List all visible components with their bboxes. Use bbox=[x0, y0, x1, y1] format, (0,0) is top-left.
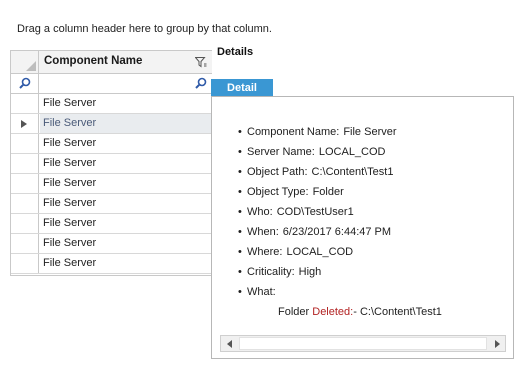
chevron-left-icon bbox=[226, 339, 232, 348]
component-name-cell[interactable]: File Server bbox=[40, 154, 212, 173]
table-row[interactable]: File Server bbox=[11, 214, 212, 234]
grid-rows: File Server File Server File Server File… bbox=[11, 94, 212, 274]
table-row[interactable]: File Server bbox=[11, 134, 212, 154]
field-value: Folder bbox=[312, 186, 344, 198]
scrollbar-thumb[interactable] bbox=[239, 337, 487, 350]
table-row[interactable]: File Server bbox=[11, 94, 212, 114]
detail-field-list: • Component Name: File Server • Server Name… bbox=[238, 124, 508, 304]
component-grid: Component Name File Server File Server F… bbox=[10, 50, 212, 276]
field-value: High bbox=[298, 266, 322, 278]
chevron-right-icon bbox=[494, 339, 500, 348]
bullet: • bbox=[238, 126, 242, 138]
what-object-type: Folder bbox=[278, 306, 310, 318]
row-indicator-cell bbox=[11, 194, 39, 213]
scroll-right-button[interactable] bbox=[489, 336, 505, 351]
field-value: LOCAL_COD bbox=[286, 246, 354, 258]
detail-field-object-path: • Object Path: C:\Content\Test1 bbox=[238, 164, 508, 184]
field-label: Where: bbox=[247, 246, 283, 258]
table-row[interactable]: File Server bbox=[11, 174, 212, 194]
tab-detail[interactable]: Detail bbox=[211, 79, 273, 97]
field-label: Object Type: bbox=[247, 186, 309, 198]
bullet: • bbox=[238, 206, 242, 218]
row-indicator-cell bbox=[11, 234, 39, 253]
filter-row-lead bbox=[11, 74, 39, 93]
field-label: When: bbox=[247, 226, 279, 238]
detail-field-component-name: • Component Name: File Server bbox=[238, 124, 508, 144]
bullet: • bbox=[238, 186, 242, 198]
component-name-cell[interactable]: File Server bbox=[40, 234, 212, 253]
component-name-cell[interactable]: File Server bbox=[40, 94, 212, 113]
field-label: Criticality: bbox=[247, 266, 295, 278]
row-indicator-cell bbox=[11, 114, 39, 133]
detail-field-object-type: • Object Type: Folder bbox=[238, 184, 508, 204]
scroll-left-button[interactable] bbox=[221, 336, 237, 351]
detail-panel: • Component Name: File Server • Server Name… bbox=[211, 96, 514, 359]
row-indicator-cell bbox=[11, 174, 39, 193]
column-header-component-name[interactable]: Component Name bbox=[44, 55, 142, 67]
table-row[interactable]: File Server bbox=[11, 194, 212, 214]
grid-header-row: Component Name bbox=[11, 50, 212, 74]
field-label: Object Path: bbox=[247, 166, 308, 178]
what-description: Folder Deleted:- C:\Content\Test1 bbox=[278, 306, 442, 318]
bullet: • bbox=[238, 146, 242, 158]
filter-row bbox=[11, 74, 212, 94]
detail-field-where: • Where: LOCAL_COD bbox=[238, 244, 508, 264]
component-name-cell[interactable]: File Server bbox=[40, 194, 212, 213]
row-indicator-cell bbox=[11, 254, 39, 273]
row-indicator-cell bbox=[11, 214, 39, 233]
field-label: Server Name: bbox=[247, 146, 315, 158]
corner-triangle-icon bbox=[26, 61, 36, 71]
field-label: Component Name: bbox=[247, 126, 340, 138]
detail-field-when: • When: 6/23/2017 6:44:47 PM bbox=[238, 224, 508, 244]
field-label: Who: bbox=[247, 206, 273, 218]
bullet: • bbox=[238, 246, 242, 258]
what-action: Deleted: bbox=[312, 306, 354, 318]
group-by-hint[interactable]: Drag a column header here to group by th… bbox=[17, 23, 272, 35]
component-name-cell[interactable]: File Server bbox=[40, 174, 212, 193]
detail-field-who: • Who: COD\TestUser1 bbox=[238, 204, 508, 224]
detail-field-criticality: • Criticality: High bbox=[238, 264, 508, 284]
what-path: C:\Content\Test1 bbox=[359, 306, 442, 318]
bullet: • bbox=[238, 166, 242, 178]
details-title: Details bbox=[217, 46, 254, 58]
table-row[interactable]: File Server bbox=[11, 254, 212, 274]
bullet: • bbox=[238, 286, 242, 298]
field-value: 6/23/2017 6:44:47 PM bbox=[282, 226, 392, 238]
component-name-cell[interactable]: File Server bbox=[40, 114, 212, 133]
detail-field-server-name: • Server Name: LOCAL_COD bbox=[238, 144, 508, 164]
component-name-cell[interactable]: File Server bbox=[40, 134, 212, 153]
table-row[interactable]: File Server bbox=[11, 234, 212, 254]
search-icon bbox=[19, 77, 31, 89]
horizontal-scrollbar[interactable] bbox=[220, 335, 506, 352]
field-value: C:\Content\Test1 bbox=[311, 166, 394, 178]
bullet: • bbox=[238, 266, 242, 278]
grid-corner-cell bbox=[11, 51, 39, 73]
row-indicator-cell bbox=[11, 154, 39, 173]
component-name-filter-input[interactable] bbox=[40, 74, 212, 93]
filter-search-icon[interactable] bbox=[195, 77, 207, 89]
field-label: What: bbox=[247, 286, 276, 298]
component-name-cell[interactable]: File Server bbox=[40, 254, 212, 273]
table-row-selected[interactable]: File Server bbox=[11, 114, 212, 134]
field-value: File Server bbox=[343, 126, 397, 138]
row-indicator-cell bbox=[11, 94, 39, 113]
field-value: LOCAL_COD bbox=[318, 146, 386, 158]
table-row[interactable]: File Server bbox=[11, 154, 212, 174]
filter-icon[interactable] bbox=[195, 57, 207, 68]
caret-right-icon bbox=[21, 120, 27, 128]
detail-field-what: • What: bbox=[238, 284, 508, 304]
bullet: • bbox=[238, 226, 242, 238]
field-value: COD\TestUser1 bbox=[276, 206, 354, 218]
row-indicator-cell bbox=[11, 134, 39, 153]
component-name-cell[interactable]: File Server bbox=[40, 214, 212, 233]
what-separator: - bbox=[353, 306, 357, 318]
